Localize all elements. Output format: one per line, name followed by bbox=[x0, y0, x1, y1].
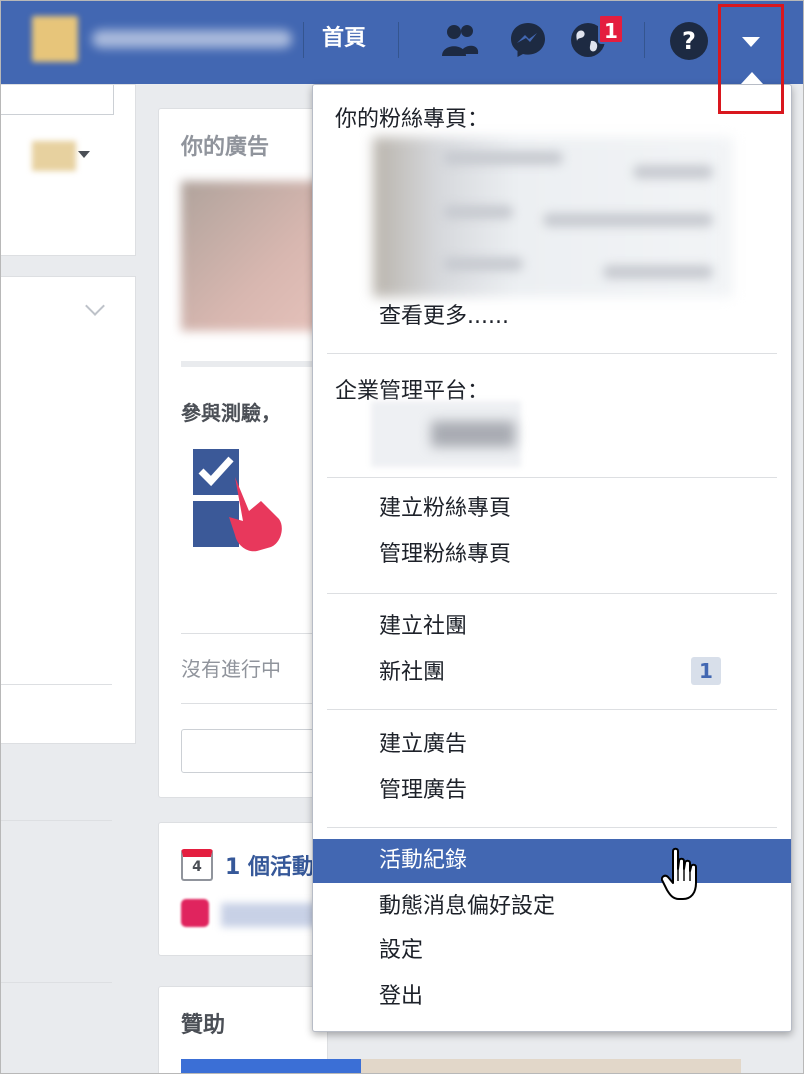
friend-requests-icon[interactable] bbox=[440, 20, 480, 60]
menu-divider bbox=[327, 353, 777, 354]
ad-image[interactable] bbox=[181, 181, 329, 331]
checkbox-click-illustration-icon bbox=[191, 447, 301, 557]
page-meta-blurred bbox=[633, 165, 713, 179]
calendar-icon: 4 bbox=[181, 849, 213, 881]
composer-card bbox=[0, 84, 136, 256]
chevron-down-icon[interactable] bbox=[85, 296, 105, 316]
top-navigation-bar: 首頁 1 ? bbox=[0, 0, 804, 84]
sponsored-card: 贊助 bbox=[158, 986, 741, 1074]
avatar bbox=[32, 16, 78, 62]
pages-header: 你的粉絲專頁： bbox=[335, 107, 490, 132]
page-name-blurred bbox=[443, 257, 523, 271]
nav-divider bbox=[644, 22, 645, 58]
divider bbox=[0, 684, 112, 685]
menu-item-activity-log[interactable]: 活動紀錄 bbox=[313, 839, 791, 883]
menu-item-manage-pages[interactable]: 管理粉絲專頁 bbox=[313, 533, 791, 577]
dropdown-pointer-icon bbox=[741, 72, 763, 84]
feed-card bbox=[0, 276, 136, 744]
sponsored-image[interactable] bbox=[361, 1059, 741, 1074]
menu-divider bbox=[327, 827, 777, 828]
menu-item-log-out[interactable]: 登出 bbox=[313, 975, 791, 1019]
divider bbox=[0, 820, 112, 821]
chevron-down-icon bbox=[742, 37, 760, 47]
menu-item-create-ads[interactable]: 建立廣告 bbox=[313, 723, 791, 767]
notification-count-badge: 1 bbox=[598, 14, 624, 44]
nav-divider bbox=[398, 22, 399, 58]
menu-divider bbox=[327, 477, 777, 478]
account-dropdown-menu: 你的粉絲專頁： 查看更多...... 企業管理平台： 建立粉絲專頁 管理粉絲專頁… bbox=[312, 84, 792, 1032]
new-groups-count-badge: 1 bbox=[691, 657, 721, 685]
composer-input[interactable] bbox=[0, 85, 114, 115]
page-name-blurred bbox=[443, 205, 513, 219]
sponsored-image[interactable] bbox=[181, 1059, 361, 1074]
divider bbox=[181, 361, 329, 367]
menu-item-manage-ads[interactable]: 管理廣告 bbox=[313, 769, 791, 813]
nav-divider bbox=[303, 22, 304, 58]
events-card: 4 1 個活動 bbox=[158, 822, 331, 956]
menu-item-create-page[interactable]: 建立粉絲專頁 bbox=[313, 487, 791, 531]
divider bbox=[181, 633, 329, 634]
gift-icon bbox=[181, 899, 209, 927]
help-icon[interactable]: ? bbox=[670, 22, 708, 60]
page-name-blurred bbox=[443, 151, 563, 165]
ad-action-input[interactable] bbox=[181, 729, 329, 773]
page-meta-blurred bbox=[543, 213, 713, 227]
menu-divider bbox=[327, 593, 777, 594]
menu-item-settings[interactable]: 設定 bbox=[313, 929, 791, 973]
account-menu-toggle[interactable] bbox=[718, 4, 784, 114]
menu-item-news-feed-preferences[interactable]: 動態消息偏好設定 bbox=[313, 885, 791, 929]
see-more-pages-link[interactable]: 查看更多...... bbox=[313, 295, 791, 339]
your-ads-card: 你的廣告 參與測驗， 沒有進行中 bbox=[158, 108, 329, 798]
messenger-icon[interactable] bbox=[508, 20, 548, 60]
events-link[interactable]: 1 個活動 bbox=[225, 849, 314, 881]
business-name-blurred bbox=[431, 421, 515, 447]
hand-pointer-cursor-icon bbox=[660, 847, 701, 903]
no-activity-text: 沒有進行中 bbox=[181, 657, 281, 681]
divider bbox=[0, 982, 112, 983]
menu-divider bbox=[327, 709, 777, 710]
menu-item-create-group[interactable]: 建立社團 bbox=[313, 605, 791, 649]
profile-link[interactable] bbox=[32, 14, 292, 64]
divider bbox=[181, 703, 329, 704]
audience-thumbnail bbox=[32, 141, 76, 171]
sponsored-heading: 贊助 bbox=[181, 1013, 226, 1038]
caret-down-icon[interactable] bbox=[78, 151, 90, 158]
ads-heading: 你的廣告 bbox=[181, 135, 270, 160]
quiz-text: 參與測驗， bbox=[181, 401, 281, 425]
page-meta-blurred bbox=[603, 265, 713, 279]
profile-name-blurred bbox=[92, 30, 292, 48]
home-link[interactable]: 首頁 bbox=[322, 22, 366, 56]
